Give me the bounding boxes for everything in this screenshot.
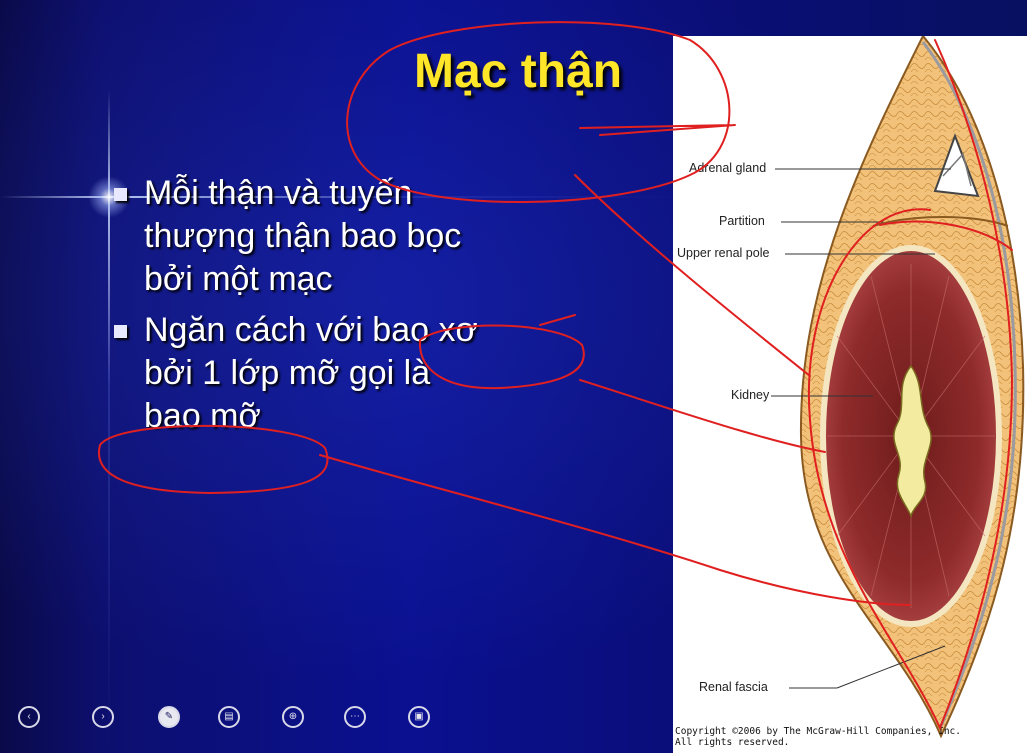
presenter-icon: ▣	[414, 711, 424, 722]
zoom-icon: ⊕	[288, 711, 298, 722]
pen-button[interactable]: ✎	[158, 706, 180, 728]
bullet-list: Mỗi thận và tuyến thượng thận bao bọc bở…	[108, 172, 578, 446]
bullet-marker-icon	[114, 188, 127, 201]
label-adrenal-gland: Adrenal gland	[689, 161, 767, 175]
copyright-line: Copyright ©2006 by The McGraw-Hill Compa…	[675, 726, 961, 737]
presenter-view-button[interactable]: ▣	[408, 706, 430, 728]
chevron-right-icon: ›	[101, 711, 105, 722]
next-slide-button[interactable]: ›	[92, 706, 114, 728]
bullet-item: Ngăn cách với bao xơ bởi 1 lớp mỡ gọi là…	[108, 309, 578, 438]
chevron-left-icon: ‹	[27, 711, 31, 722]
kidney-fascia-figure: Adrenal gland Partition Upper renal pole…	[673, 34, 1027, 753]
more-options-button[interactable]: ⋯	[344, 706, 366, 728]
label-renal-fascia: Renal fascia	[699, 680, 768, 694]
slide-title: Mạc thận	[414, 45, 623, 98]
copyright-line: All rights reserved.	[675, 737, 790, 748]
pen-icon: ✎	[164, 711, 174, 722]
previous-slide-button[interactable]: ‹	[18, 706, 40, 728]
copyright-notice: Copyright ©2006 by The McGraw-Hill Compa…	[675, 726, 1025, 748]
bullet-marker-icon	[114, 325, 127, 338]
bullet-item: Mỗi thận và tuyến thượng thận bao bọc bở…	[108, 172, 578, 301]
more-icon: ⋯	[350, 711, 360, 722]
slide-canvas: Mạc thận Mỗi thận và tuyến thượng thận b…	[0, 0, 1027, 753]
slides-overview-button[interactable]: ▤	[218, 706, 240, 728]
kidney-illustration	[771, 34, 1025, 739]
zoom-button[interactable]: ⊕	[282, 706, 304, 728]
label-upper-renal-pole: Upper renal pole	[677, 246, 770, 260]
slides-icon: ▤	[224, 711, 234, 722]
bullet-text: Ngăn cách với bao xơ bởi 1 lớp mỡ gọi là…	[144, 311, 478, 435]
label-partition: Partition	[719, 214, 765, 228]
label-kidney: Kidney	[731, 388, 770, 402]
bullet-text: Mỗi thận và tuyến thượng thận bao bọc bở…	[144, 174, 462, 298]
